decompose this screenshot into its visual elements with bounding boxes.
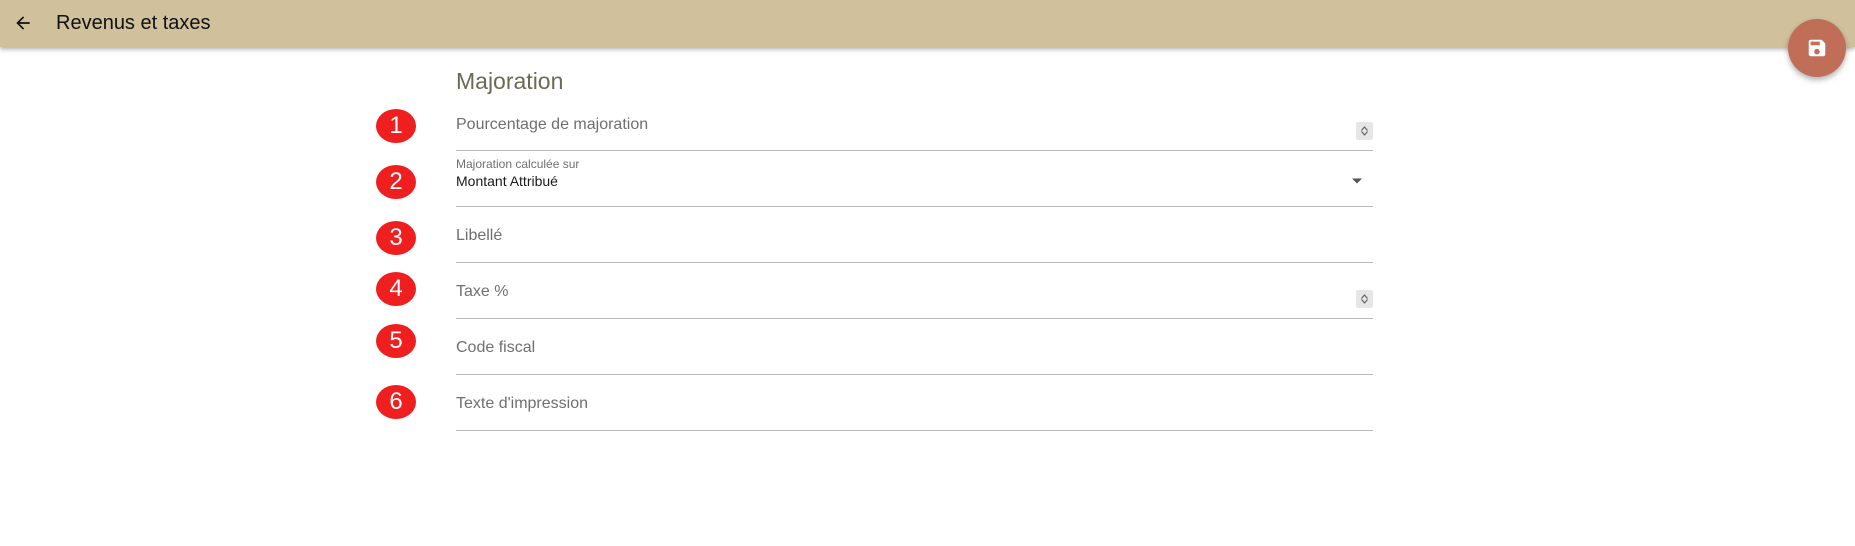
arrow-left-icon xyxy=(16,16,30,30)
field-label: Majoration calculée sur xyxy=(456,157,580,171)
step-badge: 4 xyxy=(376,272,416,306)
form-row-texte-impression: 6 Texte d'impression xyxy=(376,375,1373,431)
texte-impression-field[interactable]: Texte d'impression xyxy=(456,375,1373,431)
dropdown-arrow-icon[interactable] xyxy=(1351,177,1363,185)
step-badge: 2 xyxy=(376,165,416,199)
section-title: Majoration xyxy=(456,68,564,94)
field-label: Pourcentage de majoration xyxy=(456,116,649,133)
form-row-libelle: 3 Libellé xyxy=(376,207,1373,263)
page-title: Revenus et taxes xyxy=(56,12,211,34)
pourcentage-majoration-field[interactable]: Pourcentage de majoration xyxy=(456,95,1373,151)
step-badge: 5 xyxy=(376,324,416,358)
save-icon xyxy=(1808,39,1826,57)
select-value: Montant Attribué xyxy=(456,173,558,189)
form-row-taxe: 4 Taxe % xyxy=(376,263,1373,319)
libelle-field[interactable]: Libellé xyxy=(456,207,1373,263)
app-bar: Revenus et taxes xyxy=(0,0,1855,47)
code-fiscal-field[interactable]: Code fiscal xyxy=(456,319,1373,375)
field-label: Libellé xyxy=(456,227,503,244)
chevron-down-icon xyxy=(1361,299,1368,304)
number-stepper[interactable] xyxy=(1356,122,1373,140)
step-badge: 1 xyxy=(376,109,416,143)
save-button[interactable] xyxy=(1788,19,1846,77)
form-row-code-fiscal: 5 Code fiscal xyxy=(376,319,1373,375)
field-label: Taxe % xyxy=(456,283,509,300)
step-badge: 3 xyxy=(376,221,416,255)
form-row-majoration-calculee: 2 Majoration calculée sur Montant Attrib… xyxy=(376,151,1373,207)
taxe-field[interactable]: Taxe % xyxy=(456,263,1373,319)
field-label: Texte d'impression xyxy=(456,395,588,412)
form-row-pourcentage: 1 Pourcentage de majoration xyxy=(376,95,1373,151)
majoration-calculee-select[interactable]: Majoration calculée sur Montant Attribué xyxy=(456,151,1373,207)
number-stepper[interactable] xyxy=(1356,290,1373,308)
field-label: Code fiscal xyxy=(456,339,536,356)
chevron-down-icon xyxy=(1361,131,1368,136)
back-button[interactable] xyxy=(10,10,36,36)
step-badge: 6 xyxy=(376,385,416,419)
